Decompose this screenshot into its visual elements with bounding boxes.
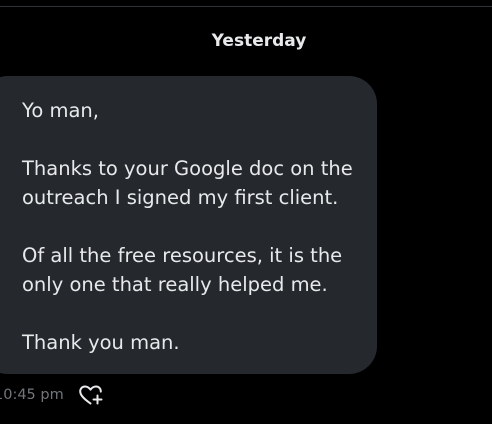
message-paragraph: Thanks to your Google doc on the outreac… bbox=[22, 154, 377, 212]
add-reaction-button[interactable] bbox=[78, 382, 104, 408]
message-paragraph: Yo man, bbox=[22, 99, 99, 122]
message-meta: 10:45 pm bbox=[0, 382, 104, 408]
message-paragraph: Of all the free resources, it is the onl… bbox=[22, 241, 377, 299]
heart-plus-icon bbox=[79, 385, 103, 405]
message-timestamp: 10:45 pm bbox=[0, 387, 64, 403]
date-separator: Yesterday bbox=[211, 31, 307, 51]
message-line: Of all the free resources, it is the onl… bbox=[22, 244, 343, 296]
top-divider bbox=[0, 6, 492, 7]
message-paragraph: Thank you man. bbox=[22, 331, 180, 354]
message-bubble[interactable]: Yo man, Thanks to your Google doc on the… bbox=[0, 76, 377, 374]
message-line: Thanks to your Google doc on the outreac… bbox=[22, 157, 353, 209]
